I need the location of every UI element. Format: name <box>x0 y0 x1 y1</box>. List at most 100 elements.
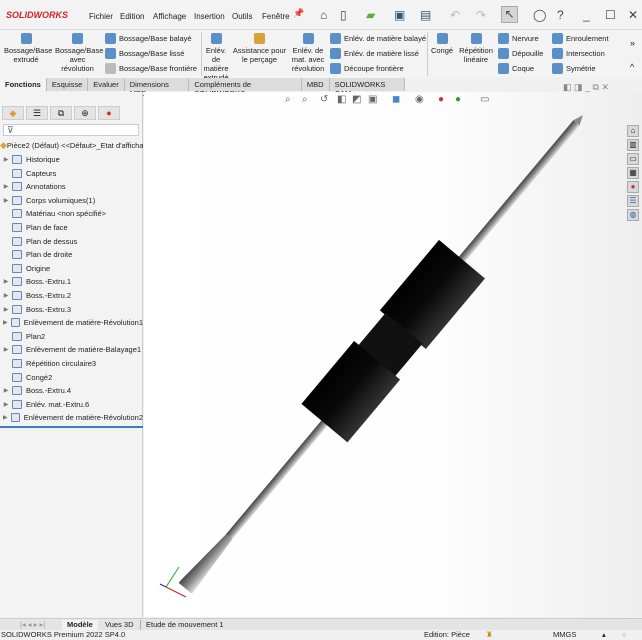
collapse-ribbon-icon[interactable]: ^ <box>630 62 634 72</box>
redo-icon[interactable]: ↷ <box>476 8 486 22</box>
extrude-boss-button[interactable]: Bossage/Base extrudé <box>4 33 52 64</box>
tab-fonctions[interactable]: Fonctions <box>0 78 47 91</box>
expand-arrow-icon[interactable]: ▶ <box>0 387 12 394</box>
expand-ribbon-icon[interactable]: » <box>630 38 635 48</box>
tree-item[interactable]: ▶ Enlèvement de matière-Balayage1 <box>0 343 143 356</box>
tree-item[interactable]: ▶ Corps volumiques(1) <box>0 194 143 207</box>
swept-cut-button[interactable]: Enlév. de matière balayé <box>330 33 426 44</box>
forum-icon[interactable]: ◍ <box>627 209 639 221</box>
tree-item[interactable]: Plan2 <box>0 330 143 343</box>
wrap-button[interactable]: Enroulement <box>552 33 609 44</box>
extruded-cut-button[interactable]: Enlév. de matière extrudé <box>203 33 229 82</box>
zoom-to-fit-icon[interactable]: ⌕ <box>285 94 291 105</box>
boundary-boss-button[interactable]: Bossage/Base frontière <box>105 63 197 74</box>
menu-outils[interactable]: Outils <box>232 12 252 21</box>
boundary-cut-button[interactable]: Découpe frontière <box>330 63 404 74</box>
tab-esquisse[interactable]: Esquisse <box>46 78 89 91</box>
minimize-icon[interactable]: _ <box>583 8 590 22</box>
dimxpert-icon[interactable]: ⊕ <box>74 106 96 120</box>
tree-item[interactable]: ▶ Enlèvement de matière-Révolution2 <box>0 411 143 424</box>
tree-item[interactable]: ▶ Historique <box>0 153 143 166</box>
expand-arrow-icon[interactable]: ▶ <box>0 156 12 163</box>
tree-item[interactable]: ▶ Boss.-Extru.2 <box>0 289 143 302</box>
tree-item[interactable]: ▶ Boss.-Extru.3 <box>0 303 143 316</box>
view-palette-icon[interactable]: ▦ <box>627 167 639 179</box>
expand-arrow-icon[interactable]: ▶ <box>0 278 12 285</box>
pin-icon[interactable]: 📌 <box>293 8 304 19</box>
print-icon[interactable]: ▤ <box>420 8 431 22</box>
help-icon[interactable]: ? <box>557 8 564 22</box>
view-settings-icon[interactable]: ▭ <box>480 94 489 105</box>
lofted-cut-button[interactable]: Enlév. de matière lissé <box>330 48 419 59</box>
menu-insertion[interactable]: Insertion <box>194 12 225 21</box>
tab-etude-mouvement[interactable]: Etude de mouvement 1 <box>140 620 229 630</box>
tree-item[interactable]: Matériau <non spécifié> <box>0 207 143 220</box>
tab-mbd[interactable]: MBD <box>301 78 330 91</box>
tab-vues-3d[interactable]: Vues 3D <box>100 620 139 630</box>
linear-pattern-button[interactable]: Répétition linéaire <box>458 33 494 64</box>
section-view-icon[interactable]: ◧ <box>337 94 346 105</box>
expand-arrow-icon[interactable]: ▶ <box>0 346 12 353</box>
close-icon[interactable]: ✕ <box>628 8 638 22</box>
tab-dimensions-mbd[interactable]: Dimensions MBD <box>124 78 190 98</box>
tree-item[interactable]: Congé2 <box>0 371 143 384</box>
file-explorer-icon[interactable]: ▭ <box>627 153 639 165</box>
rebuild-icon[interactable]: ♜ <box>486 630 493 640</box>
lofted-boss-button[interactable]: Bossage/Base lissé <box>105 48 184 59</box>
tree-item[interactable]: Capteurs <box>0 167 143 180</box>
scene-icon[interactable]: ● <box>455 94 461 105</box>
tree-item[interactable]: ▶ Annotations <box>0 180 143 193</box>
new-document-icon[interactable]: ▯ <box>340 8 347 22</box>
tab-modele[interactable]: Modèle <box>62 620 98 630</box>
appearance-icon[interactable]: ● <box>98 106 120 120</box>
tree-item[interactable]: ▶ Boss.-Extru.1 <box>0 275 143 288</box>
shell-button[interactable]: Coque <box>498 63 534 74</box>
menu-fichier[interactable]: Fichier <box>89 12 113 21</box>
tab-evaluer[interactable]: Evaluer <box>88 78 125 91</box>
mirror-button[interactable]: Symétrie <box>552 63 596 74</box>
rollback-bar[interactable] <box>0 426 143 428</box>
unit-system[interactable]: MMGS <box>553 630 576 640</box>
tab-solidworks-cam[interactable]: SOLIDWORKS CAM <box>329 78 405 98</box>
expand-arrow-icon[interactable]: ▶ <box>0 401 12 408</box>
window-controls[interactable]: ◧ ◨ _ ⧉ ✕ <box>563 82 609 93</box>
edit-appearance-icon[interactable]: ● <box>438 94 444 105</box>
expand-arrow-icon[interactable]: ▶ <box>0 306 12 313</box>
expand-arrow-icon[interactable]: ▶ <box>0 197 12 204</box>
tree-root[interactable]: ◆ Pièce2 (Défaut) <<Défaut>_Etat d'affich… <box>0 139 143 152</box>
revolved-cut-button[interactable]: Enlév. de mat. avec révolution <box>290 33 326 73</box>
customize-icon[interactable]: ◌ <box>622 630 626 640</box>
expand-arrow-icon[interactable]: ▶ <box>0 183 12 190</box>
revolve-boss-button[interactable]: Bossage/Base avec révolution <box>55 33 103 73</box>
menu-edition[interactable]: Edition <box>120 12 144 21</box>
appearances-icon[interactable]: ● <box>627 181 639 193</box>
home-pane-icon[interactable]: ⌂ <box>627 125 639 137</box>
zoom-area-icon[interactable]: ⌕ <box>302 94 308 105</box>
open-icon[interactable]: ▰ <box>366 8 375 22</box>
tree-item[interactable]: ▶ Boss.-Extru.4 <box>0 384 143 397</box>
tree-item[interactable]: ▶ Enlèvement de matière-Révolution1 <box>0 316 143 329</box>
intersect-button[interactable]: Intersection <box>552 48 605 59</box>
tree-item[interactable]: Plan de dessus <box>0 235 143 248</box>
home-icon[interactable]: ⌂ <box>320 8 327 22</box>
tree-item[interactable]: Plan de droite <box>0 248 143 261</box>
tree-item[interactable]: Répétition circulaire3 <box>0 357 143 370</box>
library-icon[interactable]: ▥ <box>627 139 639 151</box>
dynamic-annotation-icon[interactable]: ◩ <box>352 94 361 105</box>
tree-item[interactable]: Plan de face <box>0 221 143 234</box>
undo-icon[interactable]: ↶ <box>450 8 460 22</box>
display-style-icon[interactable]: ◼ <box>392 94 400 105</box>
select-icon[interactable]: ↖ <box>501 6 518 23</box>
units-menu-icon[interactable]: ▴ <box>602 630 606 640</box>
view-orientation-icon[interactable]: ▣ <box>368 94 377 105</box>
rib-button[interactable]: Nervure <box>498 33 539 44</box>
tree-item[interactable]: ▶ Enlév. mat.-Extru.6 <box>0 398 143 411</box>
hide-show-icon[interactable]: ◉ <box>415 94 424 105</box>
save-icon[interactable]: ▣ <box>394 8 405 22</box>
expand-arrow-icon[interactable]: ▶ <box>0 414 11 421</box>
tab-scroll-arrows[interactable]: |◂ ◂ ▸ ▸| <box>15 620 50 630</box>
feature-tree-icon[interactable]: ◆ <box>2 106 24 120</box>
tree-item[interactable]: Origine <box>0 262 143 275</box>
maximize-icon[interactable]: ☐ <box>605 8 616 22</box>
previous-view-icon[interactable]: ↺ <box>320 94 328 105</box>
